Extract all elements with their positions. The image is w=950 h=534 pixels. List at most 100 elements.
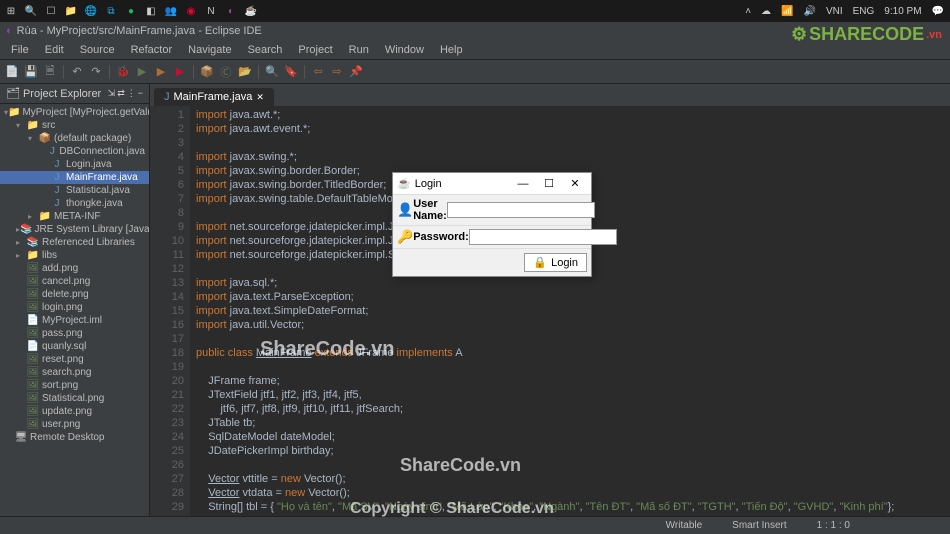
eclipse-icon[interactable]: ◐ [224,4,238,18]
tree-item[interactable]: 🖼reset.png [0,353,149,366]
minimize-icon[interactable]: — [511,176,535,192]
eclipse-logo-icon: ◐ [6,25,13,37]
tray-notifications-icon[interactable]: 💬 [930,6,946,17]
tree-item[interactable]: ▸📚Referenced Libraries [0,236,149,249]
redo-icon[interactable]: ↷ [88,64,104,80]
menubar: FileEditSourceRefactorNavigateSearchProj… [0,40,950,60]
editor-tab-mainframe[interactable]: J MainFrame.java ✕ [154,88,274,106]
tree-item[interactable]: 🖼delete.png [0,288,149,301]
tree-item[interactable]: JMainFrame.java [0,171,149,184]
debug-icon[interactable]: 🐞 [115,64,131,80]
status-writable: Writable [666,520,703,531]
spotify-icon[interactable]: ● [124,4,138,18]
tree-item[interactable]: 🖼search.png [0,366,149,379]
tree-item[interactable]: 🖼Statistical.png [0,392,149,405]
forward-icon[interactable]: ⇨ [329,64,345,80]
new-package-icon[interactable]: 📦 [199,64,215,80]
view-menu-icon[interactable]: ⋮ [127,88,136,99]
save-icon[interactable]: 💾 [23,64,39,80]
app-icon-2[interactable]: N [204,4,218,18]
menu-refactor[interactable]: Refactor [124,42,180,58]
tree-item[interactable]: JLogin.java [0,158,149,171]
start-menu-icon[interactable]: ⊞ [4,4,18,18]
java-app-icon[interactable]: ☕ [244,4,258,18]
tree-item[interactable]: ▸📁libs [0,249,149,262]
tree-item[interactable]: Jthongke.java [0,197,149,210]
vscode-icon[interactable]: ⧉ [104,4,118,18]
tree-item[interactable]: 🖼cancel.png [0,275,149,288]
tree-item[interactable]: 🖼sort.png [0,379,149,392]
tree-item[interactable]: ▸📁META-INF [0,210,149,223]
login-button-label: Login [551,257,578,269]
collapse-all-icon[interactable]: ⇲ [108,88,116,99]
run-icon[interactable]: ▶ [134,64,150,80]
pin-icon[interactable]: 📌 [348,64,364,80]
close-tab-icon[interactable]: ✕ [256,92,264,103]
tree-item[interactable]: 🖼add.png [0,262,149,275]
tree-item[interactable]: 🖼login.png [0,301,149,314]
app-icon[interactable]: ◧ [144,4,158,18]
java-cup-icon: ☕ [397,177,411,190]
menu-navigate[interactable]: Navigate [181,42,238,58]
tree-item[interactable]: ▾📁src [0,119,149,132]
code-content[interactable]: import java.awt.*;import java.awt.event.… [190,106,950,516]
open-type-icon[interactable]: 📂 [237,64,253,80]
tree-item[interactable]: 📄MyProject.iml [0,314,149,327]
menu-project[interactable]: Project [291,42,339,58]
window-titlebar: ◐ Rùa - MyProject/src/MainFrame.java - E… [0,22,950,40]
folder-icon[interactable]: 📁 [64,4,78,18]
tree-item[interactable]: JDBConnection.java [0,145,149,158]
new-class-icon[interactable]: Ⓒ [218,64,234,80]
tray-lang[interactable]: ENG [851,6,877,17]
maximize-icon[interactable]: ☐ [537,176,561,192]
window-title: Rùa - MyProject/src/MainFrame.java - Ecl… [17,25,262,37]
tree-item[interactable]: 🖥Remote Desktop [0,431,149,444]
toggle-mark-icon[interactable]: 🔖 [283,64,299,80]
tray-lang-code[interactable]: VNI [824,6,845,17]
undo-icon[interactable]: ↶ [69,64,85,80]
tree-item[interactable]: 🖼user.png [0,418,149,431]
search-icon[interactable]: 🔍 [264,64,280,80]
save-all-icon[interactable]: 🗎 [42,64,58,80]
login-titlebar[interactable]: ☕ Login — ☐ ✕ [393,173,591,195]
tray-time[interactable]: 9:10 PM [882,6,923,17]
editor-area: J MainFrame.java ✕ 123456789101112131415… [150,84,950,516]
tree-item[interactable]: 🖼update.png [0,405,149,418]
menu-run[interactable]: Run [342,42,376,58]
messenger-icon[interactable]: ◉ [184,4,198,18]
tree-item[interactable]: 📄quanly.sql [0,340,149,353]
java-file-icon: J [164,91,170,103]
teams-icon[interactable]: 👥 [164,4,178,18]
menu-source[interactable]: Source [73,42,122,58]
back-icon[interactable]: ⇦ [310,64,326,80]
menu-window[interactable]: Window [378,42,431,58]
menu-edit[interactable]: Edit [38,42,71,58]
coverage-icon[interactable]: ▶ [153,64,169,80]
username-input[interactable] [447,202,595,218]
menu-help[interactable]: Help [433,42,470,58]
tree-item[interactable]: ▾📦(default package) [0,132,149,145]
tree-item[interactable]: ▸📚JRE System Library [JavaSE-15] [0,223,149,236]
menu-search[interactable]: Search [241,42,290,58]
tree-item[interactable]: ▾📁MyProject [MyProject.getValueFro [0,106,149,119]
tree-item[interactable]: JStatistical.java [0,184,149,197]
minimize-icon[interactable]: − [138,88,143,99]
tray-cloud-icon[interactable]: ☁ [759,6,773,17]
menu-file[interactable]: File [4,42,36,58]
tray-volume-icon[interactable]: 🔊 [802,6,818,17]
chrome-icon[interactable]: 🌐 [84,4,98,18]
extrun-icon[interactable]: ▶ [172,64,188,80]
code-editor[interactable]: 1234567891011121314151617181920212223242… [150,106,950,516]
file-tree[interactable]: ▾📁MyProject [MyProject.getValueFro▾📁src▾… [0,104,149,516]
tray-wifi-icon[interactable]: 📶 [779,6,795,17]
password-label: Password: [413,231,469,243]
search-icon[interactable]: 🔍 [24,4,38,18]
login-button[interactable]: 🔒 Login [524,253,587,272]
new-icon[interactable]: 📄 [4,64,20,80]
link-editor-icon[interactable]: ⇄ [117,88,125,99]
task-view-icon[interactable]: ☐ [44,4,58,18]
tray-up-icon[interactable]: ˄ [743,6,753,17]
tree-item[interactable]: 🖼pass.png [0,327,149,340]
password-input[interactable] [469,229,617,245]
close-icon[interactable]: ✕ [563,176,587,192]
